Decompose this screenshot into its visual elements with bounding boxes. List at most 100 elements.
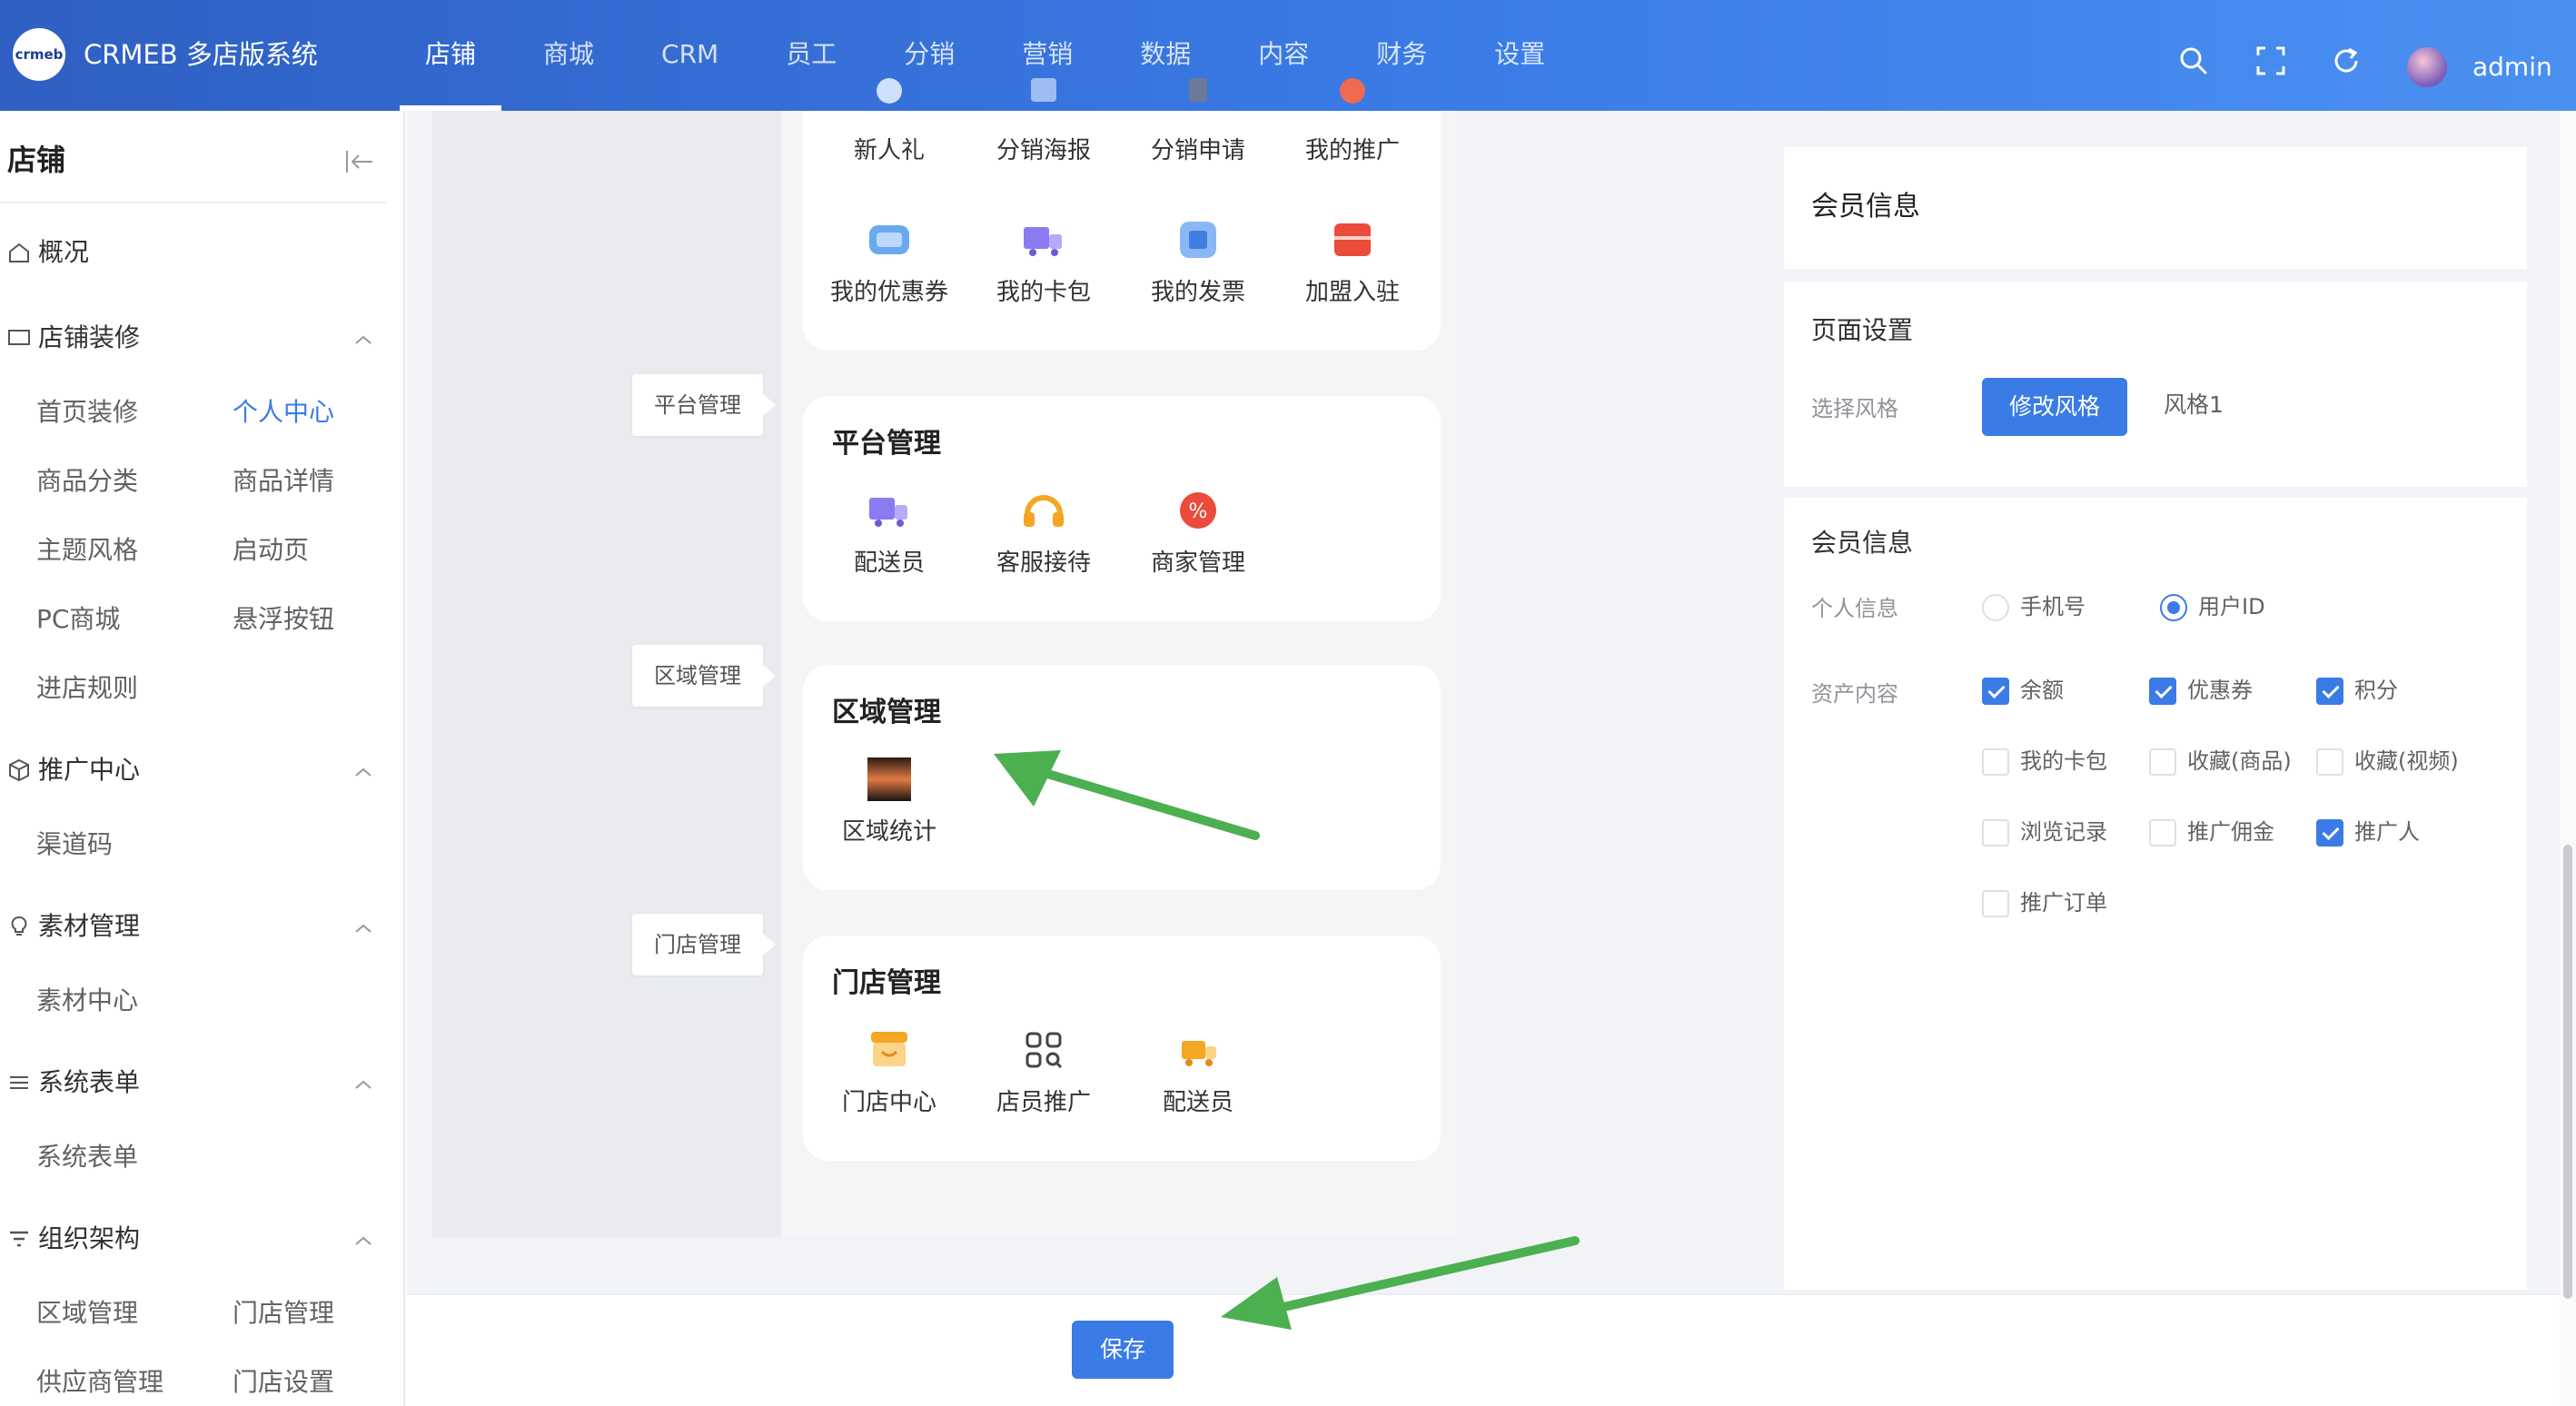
section-tag-platform[interactable]: 平台管理: [632, 374, 776, 436]
grid-item-my-promotion[interactable]: 我的推广: [1275, 74, 1430, 167]
sidebar-item-entry-rules[interactable]: 进店规则: [36, 670, 138, 707]
sidebar-item-supplier-management[interactable]: 供应商管理: [36, 1364, 163, 1401]
sidebar-item-system-form[interactable]: 系统表单: [36, 1139, 138, 1175]
sidebar-group-label: 推广中心: [38, 755, 141, 785]
member-info-panel: 会员信息 个人信息 手机号 用户ID 资产内容 余额 优惠券 积分 我的卡包 收…: [1784, 498, 2527, 1290]
grid-item-store-courier[interactable]: 配送员: [1121, 1026, 1275, 1119]
grid-item-join-us[interactable]: 加盟入驻: [1275, 216, 1430, 309]
chevron-up-icon[interactable]: [352, 921, 374, 936]
refresh-icon[interactable]: [2331, 45, 2362, 76]
checkbox[interactable]: [1982, 748, 2009, 776]
sidebar-item-product-category[interactable]: 商品分类: [36, 463, 138, 500]
checkbox[interactable]: [2149, 819, 2176, 847]
grid-item-distribution-apply[interactable]: 分销申请: [1121, 74, 1275, 167]
headset-icon: [1024, 495, 1064, 527]
radio-user-id[interactable]: 用户ID: [2160, 590, 2265, 623]
promotion-icon: [1340, 78, 1365, 104]
checkbox-favorite-video[interactable]: 收藏(视频): [2316, 745, 2459, 777]
sidebar-group-system-form[interactable]: 系统表单: [7, 1064, 140, 1101]
poster-icon: [1031, 78, 1056, 102]
grid-item-region-statistics[interactable]: 区域统计: [812, 756, 966, 848]
checkbox-promoter[interactable]: 推广人: [2316, 816, 2420, 848]
sidebar-item-store-management[interactable]: 门店管理: [233, 1295, 334, 1332]
gift-icon: [877, 78, 902, 104]
radio-circle[interactable]: [2160, 594, 2187, 621]
grid-item-my-invoice[interactable]: 我的发票: [1121, 216, 1275, 309]
grid-item-newcomer-gift[interactable]: 新人礼: [812, 74, 966, 167]
section-tag-region[interactable]: 区域管理: [632, 645, 776, 707]
modify-style-button[interactable]: 修改风格: [1982, 378, 2127, 436]
sidebar-item-launch-page[interactable]: 启动页: [233, 532, 309, 569]
checkbox-favorite-goods[interactable]: 收藏(商品): [2149, 745, 2292, 777]
checkbox[interactable]: [2149, 678, 2176, 705]
grid-item-staff-promotion[interactable]: 店员推广: [966, 1026, 1121, 1119]
nav-store[interactable]: 店铺: [400, 0, 502, 111]
grid-item-store-center[interactable]: 门店中心: [812, 1026, 966, 1119]
sidebar-group-material[interactable]: 素材管理: [7, 908, 140, 945]
checkbox[interactable]: [2316, 678, 2343, 705]
checkbox[interactable]: [1982, 819, 2009, 847]
radio-circle[interactable]: [1982, 594, 2009, 621]
nav-settings[interactable]: 设置: [1469, 0, 1570, 111]
section-tag-store[interactable]: 门店管理: [632, 914, 776, 975]
save-button[interactable]: 保存: [1072, 1321, 1174, 1379]
card-title: 平台管理: [832, 428, 941, 460]
platform-management-card[interactable]: 平台管理 配送员 客服接待 % 商家管理: [803, 396, 1441, 621]
checkbox-browse-history[interactable]: 浏览记录: [1982, 816, 2107, 848]
chevron-up-icon[interactable]: [352, 1077, 374, 1092]
chevron-up-icon[interactable]: [352, 332, 374, 347]
sidebar-group-decoration[interactable]: 店铺装修: [7, 320, 140, 356]
sidebar-item-personal-center[interactable]: 个人中心: [233, 394, 334, 431]
service-card[interactable]: 新人礼 分销海报 分销申请 我的推广 我的优惠券 我的卡包 我的发票 加盟入驻: [803, 78, 1441, 351]
sidebar-item-float-button[interactable]: 悬浮按钮: [233, 601, 334, 638]
sidebar-item-material-center[interactable]: 素材中心: [36, 983, 138, 1019]
checkbox-promotion-orders[interactable]: 推广订单: [1982, 886, 2107, 919]
sidebar-group-organization[interactable]: 组织架构: [7, 1221, 140, 1257]
checkbox[interactable]: [1982, 890, 2009, 917]
checkbox-my-cards[interactable]: 我的卡包: [1982, 745, 2107, 777]
sidebar-item-product-detail[interactable]: 商品详情: [233, 463, 334, 500]
checkbox-balance[interactable]: 余额: [1982, 674, 2064, 707]
checkbox-points[interactable]: 积分: [2316, 674, 2398, 707]
sidebar-item-region-management[interactable]: 区域管理: [36, 1295, 138, 1332]
search-icon[interactable]: [2178, 45, 2209, 76]
grid-item-merchant-management[interactable]: % 商家管理: [1121, 487, 1275, 579]
radio-phone[interactable]: 手机号: [1982, 590, 2086, 623]
sidebar-item-channel-code[interactable]: 渠道码: [36, 827, 113, 863]
store-management-card[interactable]: 门店管理 门店中心 店员推广 配送员: [803, 936, 1441, 1161]
nav-mall[interactable]: 商城: [518, 0, 619, 111]
monitor-icon: [8, 330, 30, 345]
checkbox-coupon[interactable]: 优惠券: [2149, 674, 2253, 707]
checkbox[interactable]: [2149, 748, 2176, 776]
sidebar-item-store-settings[interactable]: 门店设置: [233, 1364, 334, 1401]
fullscreen-icon[interactable]: [2255, 45, 2286, 76]
avatar[interactable]: [2407, 47, 2447, 87]
annotation-arrow-icon: [994, 750, 1260, 840]
scrollbar-thumb[interactable]: [2563, 845, 2572, 1299]
grid-item-my-cards[interactable]: 我的卡包: [966, 216, 1121, 309]
card-title: 门店管理: [832, 967, 941, 999]
chevron-up-icon[interactable]: [352, 765, 374, 779]
grid-item-my-coupons[interactable]: 我的优惠券: [812, 216, 966, 309]
truck-icon: [1024, 227, 1062, 256]
checkbox[interactable]: [2316, 819, 2343, 847]
sidebar-item-home-decoration[interactable]: 首页装修: [36, 394, 138, 431]
checkbox[interactable]: [1982, 678, 2009, 705]
current-style-value: 风格1: [2164, 391, 2224, 418]
brand-title: CRMEB 多店版系统: [84, 39, 318, 70]
checkbox[interactable]: [2316, 748, 2343, 776]
checkbox-commission[interactable]: 推广佣金: [2149, 816, 2274, 848]
admin-username[interactable]: admin: [2472, 49, 2552, 85]
collapse-sidebar-icon[interactable]: [343, 149, 376, 174]
grid-item-customer-service[interactable]: 客服接待: [966, 487, 1121, 579]
sidebar-item-pc-mall[interactable]: PC商城: [36, 601, 120, 638]
grid-item-distribution-poster[interactable]: 分销海报: [966, 74, 1121, 167]
chevron-up-icon[interactable]: [352, 1233, 374, 1248]
sidebar-item-overview[interactable]: 概况: [7, 234, 89, 271]
sidebar-group-promotion[interactable]: 推广中心: [7, 752, 140, 788]
grid-item-courier[interactable]: 配送员: [812, 487, 966, 579]
nav-crm[interactable]: CRM: [636, 0, 744, 111]
sidebar-item-theme-style[interactable]: 主题风格: [36, 532, 138, 569]
filter-icon: [10, 1231, 28, 1247]
page-settings-panel: 页面设置 选择风格 修改风格 风格1: [1784, 282, 2527, 487]
